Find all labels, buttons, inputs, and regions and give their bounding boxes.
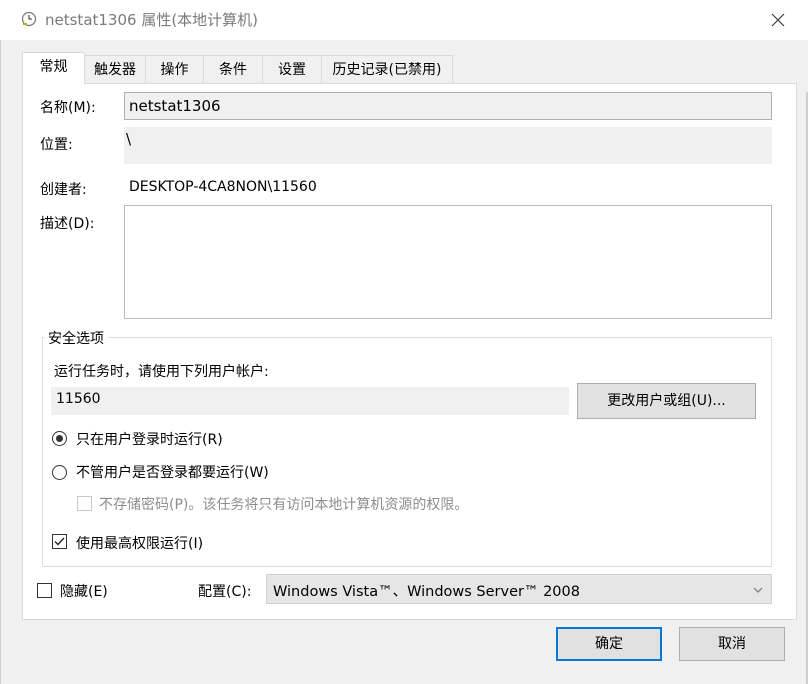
user-account-value: 11560: [56, 391, 101, 407]
name-label: 名称(M):: [40, 100, 96, 116]
user-account-field: 11560: [51, 387, 569, 415]
author-value: DESKTOP-4CA8NON\11560: [129, 179, 317, 195]
no-store-password-label: 不存储密码(P)。该任务将只有访问本地计算机资源的权限。: [99, 497, 469, 513]
configure-value: Windows Vista™、Windows Server™ 2008: [273, 584, 580, 600]
change-user-button[interactable]: 更改用户或组(U)...: [577, 383, 756, 419]
radio-run-whether-logged-on-label[interactable]: 不管用户是否登录都要运行(W): [76, 462, 269, 482]
radio-run-whether-logged-on[interactable]: [52, 465, 67, 480]
tab-label: 操作: [160, 62, 189, 78]
configure-select[interactable]: Windows Vista™、Windows Server™ 2008: [266, 574, 772, 604]
background-window-edge: [0, 40, 1, 684]
tab-label: 触发器: [94, 62, 136, 78]
tab-label: 设置: [278, 62, 306, 78]
security-options-title: 安全选项: [44, 328, 108, 348]
no-store-password-checkbox[interactable]: [77, 496, 92, 511]
description-textarea[interactable]: [124, 205, 772, 319]
author-label: 创建者:: [40, 182, 87, 198]
name-field[interactable]: netstat1306: [124, 92, 772, 120]
tab-general[interactable]: 常规: [22, 52, 85, 84]
hidden-label[interactable]: 隐藏(E): [60, 581, 108, 601]
tab-settings[interactable]: 设置: [262, 55, 322, 83]
radio-run-logged-on-label[interactable]: 只在用户登录时运行(R): [76, 429, 223, 449]
cancel-button[interactable]: 取消: [679, 627, 785, 661]
tab-triggers[interactable]: 触发器: [84, 55, 146, 83]
name-value: netstat1306: [129, 97, 221, 115]
location-value: \: [126, 130, 132, 148]
location-label: 位置:: [40, 137, 73, 153]
cancel-button-label: 取消: [718, 636, 746, 652]
tab-label: 历史记录(已禁用): [332, 62, 442, 78]
tab-label: 常规: [39, 59, 68, 75]
ok-button[interactable]: 确定: [556, 627, 662, 661]
highest-privileges-label[interactable]: 使用最高权限运行(I): [76, 533, 203, 553]
tab-label: 条件: [219, 62, 247, 78]
chevron-down-icon: [753, 587, 763, 593]
radio-selected-dot: [56, 435, 63, 442]
change-user-button-label: 更改用户或组(U)...: [607, 393, 726, 409]
tab-actions[interactable]: 操作: [145, 55, 204, 83]
description-label: 描述(D):: [40, 216, 95, 232]
checkmark-icon: [54, 537, 65, 546]
run-as-prompt: 运行任务时，请使用下列用户帐户:: [54, 364, 269, 380]
tab-conditions[interactable]: 条件: [203, 55, 263, 83]
configure-label: 配置(C):: [198, 584, 252, 600]
hidden-checkbox[interactable]: [37, 583, 52, 598]
radio-run-logged-on[interactable]: [52, 431, 67, 446]
highest-privileges-checkbox[interactable]: [52, 534, 67, 549]
location-field: \: [124, 127, 772, 164]
close-button[interactable]: [763, 5, 793, 35]
tab-history[interactable]: 历史记录(已禁用): [321, 55, 453, 83]
task-clock-icon: [21, 11, 37, 27]
close-icon: [771, 13, 785, 27]
window-title: netstat1306 属性(本地计算机): [45, 11, 259, 29]
ok-button-label: 确定: [595, 636, 623, 652]
